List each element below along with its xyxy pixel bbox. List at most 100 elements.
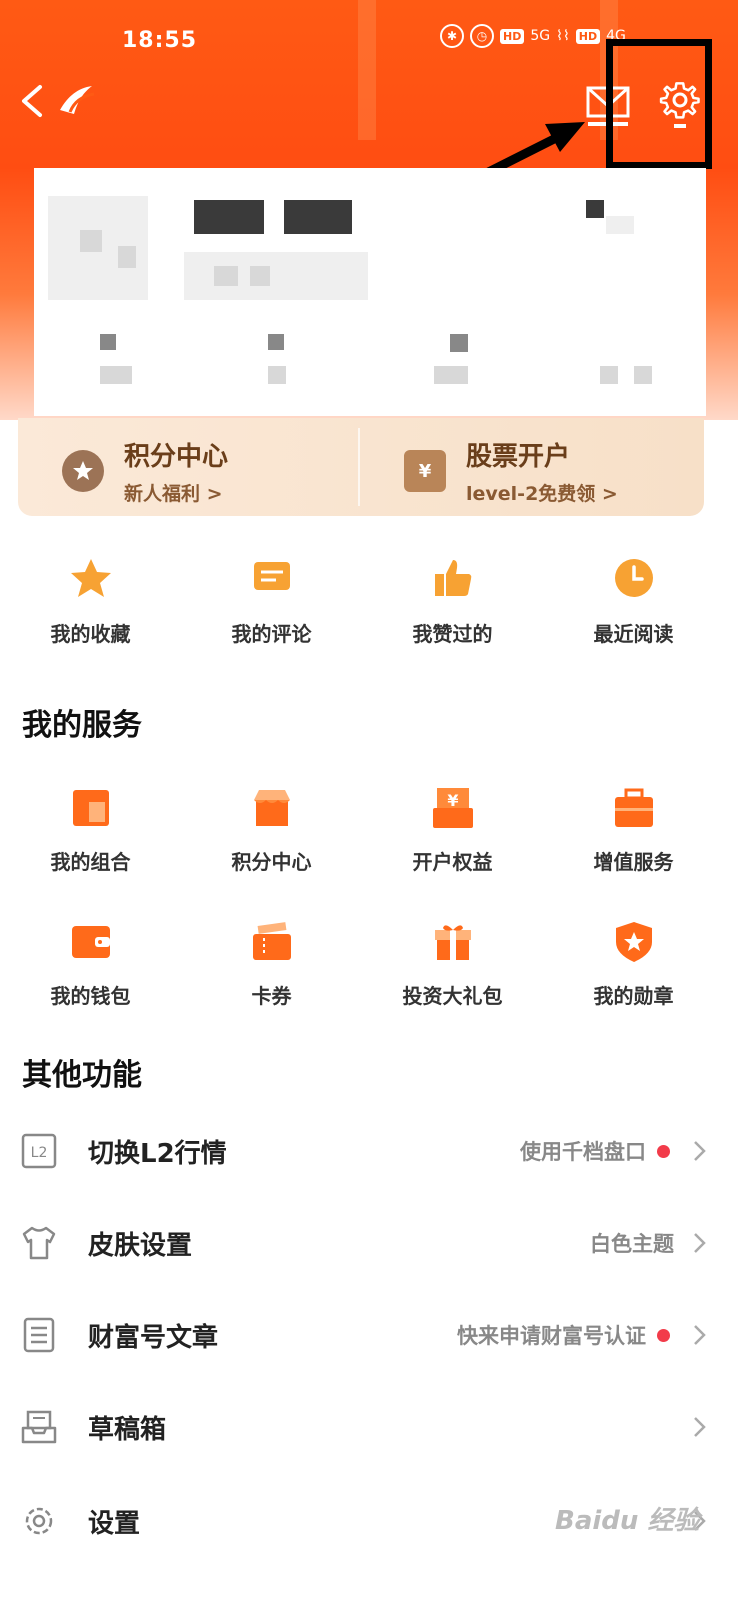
stat-label-blur (634, 366, 652, 384)
red-dot-badge (657, 1328, 670, 1342)
shop-icon (253, 790, 290, 826)
stat-value-blur (268, 334, 284, 350)
banner-left-subtitle: 新人福利 > (124, 483, 223, 505)
svg-text:L2: L2 (31, 1145, 48, 1161)
stat-label-blur (434, 366, 468, 384)
stat-value-blur (100, 334, 116, 350)
quick-recent[interactable]: 最近阅读 (543, 556, 724, 647)
hd-badge-2: HD (575, 28, 601, 44)
stat-label-blur (600, 366, 618, 384)
list-label: 切换L2行情 (88, 1138, 227, 1169)
chevron-right-icon (694, 1233, 706, 1253)
banner-right-subtitle: level-2免费领 > (466, 483, 618, 505)
red-dot-badge (657, 1144, 670, 1158)
profile-link-blur (606, 216, 634, 234)
promo-banner: 积分中心 新人福利 > ¥ 股票开户 level-2免费领 > (18, 418, 704, 516)
list-status: 白色主题 (590, 1232, 674, 1256)
list-label: 财富号文章 (88, 1322, 219, 1353)
list-status: 快来申请财富号认证 (457, 1324, 646, 1348)
chevron-right-icon (694, 1141, 706, 1161)
services-title: 我的服务 (22, 708, 142, 743)
ticket-icon (252, 922, 291, 960)
service-label: 我的钱包 (50, 984, 131, 1008)
services-row-2: 我的钱包 卡券 投资大礼包 我的勋章 (0, 920, 738, 1009)
avatar-pixel (118, 246, 136, 268)
other-title: 其他功能 (22, 1058, 142, 1093)
star-icon (70, 559, 111, 597)
status-time: 18:55 (122, 28, 198, 53)
chevron-right-icon (694, 1417, 706, 1437)
service-label: 我的勋章 (593, 984, 674, 1008)
service-label: 积分中心 (231, 850, 312, 874)
service-gift-pack[interactable]: 投资大礼包 (362, 920, 543, 1009)
quick-label: 我的评论 (231, 622, 312, 646)
service-medals[interactable]: 我的勋章 (543, 920, 724, 1009)
gear-icon (25, 1507, 53, 1535)
user-id-pixel (214, 266, 238, 286)
service-coupons[interactable]: 卡券 (181, 920, 362, 1009)
quick-label: 最近阅读 (593, 622, 674, 646)
chevron-right-icon (694, 1325, 706, 1345)
yen-box-icon: ¥ (432, 788, 473, 828)
points-center-entry[interactable]: 积分中心 新人福利 > (62, 436, 228, 506)
list-label: 皮肤设置 (88, 1230, 193, 1261)
highlight-box (606, 39, 712, 169)
app-logo-icon (60, 86, 95, 114)
shirt-icon (22, 1226, 56, 1260)
list-label: 草稿箱 (88, 1414, 167, 1445)
banner-divider (358, 428, 360, 506)
service-label: 我的组合 (50, 850, 131, 874)
profile-card[interactable] (34, 168, 706, 416)
document-icon (23, 1317, 55, 1353)
service-wallet[interactable]: 我的钱包 (0, 920, 181, 1009)
status-icons: ✱ ◷ HD 5G ⌇⌇ HD 4G (440, 24, 626, 48)
l2-icon: L2 (21, 1133, 57, 1169)
bluetooth-icon: ✱ (440, 24, 464, 48)
yen-box-icon: ¥ (404, 450, 446, 492)
wallet-icon (71, 926, 110, 958)
service-label: 开户权益 (412, 850, 493, 874)
service-label: 卡券 (251, 984, 292, 1008)
user-id-pixel (250, 266, 270, 286)
quick-actions: 我的收藏 我的评论 我赞过的 最近阅读 (0, 556, 738, 647)
stock-account-entry[interactable]: ¥ 股票开户 level-2免费领 > (404, 436, 618, 506)
quick-label: 我赞过的 (412, 622, 493, 646)
drafts-icon (21, 1410, 57, 1444)
quick-comments[interactable]: 我的评论 (181, 556, 362, 647)
svg-text:¥: ¥ (447, 791, 458, 810)
header-decoration (358, 0, 618, 140)
list-label: 设置 (88, 1508, 141, 1539)
banner-right-title: 股票开户 (466, 442, 571, 472)
service-points[interactable]: 积分中心 (181, 786, 362, 875)
portfolio-icon (72, 790, 109, 826)
quick-label: 我的收藏 (50, 622, 131, 646)
stat-label-blur (100, 366, 132, 384)
service-portfolio[interactable]: 我的组合 (0, 786, 181, 875)
user-id-blur (184, 252, 368, 300)
quick-favorites[interactable]: 我的收藏 (0, 556, 181, 647)
list-status: 使用千档盘口 (520, 1140, 646, 1164)
profile-link-blur[interactable] (586, 200, 604, 218)
list-item-drafts[interactable]: 草稿箱 (0, 1392, 738, 1462)
list-item-skin[interactable]: 皮肤设置 白色主题 (0, 1208, 738, 1278)
medal-icon (615, 922, 652, 962)
service-account-benefits[interactable]: ¥ 开户权益 (362, 786, 543, 875)
services-row-1: 我的组合 积分中心 ¥ 开户权益 增值服务 (0, 786, 738, 875)
list-item-wealth-article[interactable]: 财富号文章 快来申请财富号认证 (0, 1300, 738, 1370)
username-blur (284, 200, 352, 234)
network-label-1: 5G (530, 28, 551, 44)
hd-badge-1: HD (500, 28, 525, 44)
briefcase-icon (614, 788, 653, 827)
thumbs-up-icon (434, 560, 471, 596)
signal-icon: ⌇⌇ (556, 28, 570, 44)
service-value-added[interactable]: 增值服务 (543, 786, 724, 875)
list-item-l2-switch[interactable]: L2 切换L2行情 使用千档盘口 (0, 1116, 738, 1186)
stat-label-blur (268, 366, 286, 384)
back-icon[interactable] (16, 84, 46, 118)
quick-liked[interactable]: 我赞过的 (362, 556, 543, 647)
alarm-icon: ◷ (470, 24, 494, 48)
star-badge-icon (62, 450, 104, 492)
baidu-watermark: Baidu 经验 (555, 1506, 700, 1536)
service-label: 增值服务 (593, 850, 674, 874)
username-blur (194, 200, 264, 234)
